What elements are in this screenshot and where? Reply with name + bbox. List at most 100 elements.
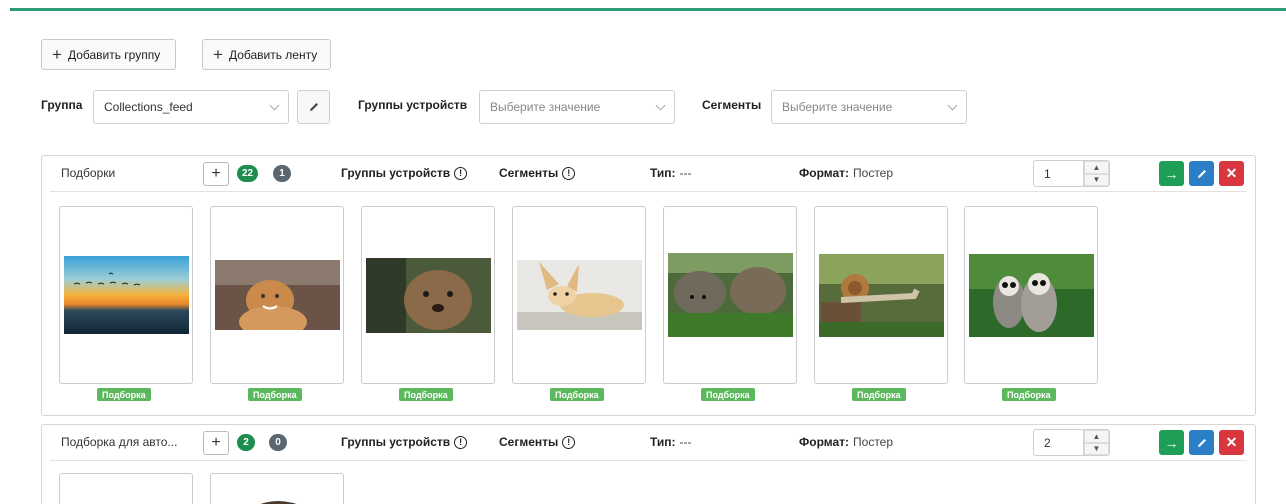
collection-tag: Подборка bbox=[1002, 388, 1056, 401]
segments-label: Сегменты bbox=[702, 98, 762, 112]
count-badge-gray: 0 bbox=[269, 434, 287, 451]
segments-select[interactable]: Выберите значение bbox=[771, 90, 967, 124]
type-value: --- bbox=[679, 435, 692, 449]
top-accent-bar bbox=[10, 8, 1286, 11]
hedgehogs-image bbox=[668, 253, 793, 337]
device-groups-header-label: Группы устройств bbox=[341, 166, 451, 180]
edit-feed-button[interactable] bbox=[1189, 161, 1214, 186]
chevron-down-icon bbox=[947, 100, 958, 110]
collection-card[interactable] bbox=[814, 206, 948, 384]
collection-card[interactable] bbox=[964, 206, 1098, 384]
close-icon: ✕ bbox=[1225, 434, 1238, 450]
add-group-button[interactable]: + Добавить группу bbox=[41, 39, 176, 70]
segments-header-label: Сегменты bbox=[499, 166, 559, 180]
delete-feed-button[interactable]: ✕ bbox=[1219, 430, 1244, 455]
lemurs-image bbox=[969, 254, 1094, 337]
pencil-icon bbox=[1197, 169, 1206, 178]
collection-tag: Подборка bbox=[97, 388, 151, 401]
plus-icon: + bbox=[211, 165, 221, 182]
chevron-down-icon bbox=[269, 100, 280, 110]
format-label: Формат: bbox=[799, 166, 850, 180]
group-select[interactable]: Collections_feed bbox=[93, 90, 289, 124]
count-badge-green: 2 bbox=[237, 434, 255, 451]
device-groups-header-label: Группы устройств bbox=[341, 435, 451, 449]
segments-header-label: Сегменты bbox=[499, 435, 559, 449]
add-group-label: Добавить группу bbox=[67, 47, 161, 62]
order-value: 1 bbox=[1044, 166, 1051, 181]
add-item-button[interactable]: + bbox=[203, 162, 229, 186]
add-feed-label: Добавить ленту bbox=[228, 47, 318, 62]
collection-card[interactable] bbox=[59, 473, 193, 504]
feed-header: Подборки + 22 1 Группы устройств ! Сегме… bbox=[50, 156, 1247, 192]
type-label: Тип: bbox=[650, 435, 676, 449]
add-feed-button[interactable]: + Добавить ленту bbox=[202, 39, 331, 70]
order-value: 2 bbox=[1044, 435, 1051, 450]
chevron-up-icon[interactable]: ▲ bbox=[1084, 430, 1109, 443]
card-image bbox=[260, 501, 297, 504]
device-groups-header: Группы устройств ! bbox=[341, 435, 468, 449]
format-value: Постер bbox=[853, 435, 894, 449]
delete-feed-button[interactable]: ✕ bbox=[1219, 161, 1244, 186]
close-icon: ✕ bbox=[1225, 165, 1238, 181]
plus-icon: + bbox=[213, 45, 223, 64]
chevron-down-icon[interactable]: ▼ bbox=[1084, 173, 1109, 186]
feed-title: Подборки bbox=[61, 166, 116, 180]
arrow-right-icon: → bbox=[1164, 165, 1179, 182]
info-icon[interactable]: ! bbox=[454, 435, 468, 449]
fennec-fox-image bbox=[517, 260, 642, 330]
format-value: Постер bbox=[853, 166, 894, 180]
format-label: Формат: bbox=[799, 435, 850, 449]
edit-group-button[interactable] bbox=[297, 90, 330, 124]
collection-card[interactable] bbox=[210, 206, 344, 384]
collection-card[interactable] bbox=[210, 473, 344, 504]
chevron-down-icon[interactable]: ▼ bbox=[1084, 442, 1109, 455]
type-value: --- bbox=[679, 166, 692, 180]
collection-tag: Подборка bbox=[701, 388, 755, 401]
pencil-icon bbox=[309, 103, 318, 111]
chevron-up-icon[interactable]: ▲ bbox=[1084, 161, 1109, 174]
type-field: Тип: --- bbox=[650, 166, 692, 180]
device-groups-label: Группы устройств bbox=[358, 98, 468, 112]
snail-image bbox=[819, 254, 944, 337]
plus-icon: + bbox=[52, 45, 62, 64]
type-label: Тип: bbox=[650, 166, 676, 180]
collection-tag: Подборка bbox=[550, 388, 604, 401]
info-icon[interactable]: ! bbox=[562, 166, 576, 180]
collection-tag: Подборка bbox=[248, 388, 302, 401]
collection-card[interactable] bbox=[663, 206, 797, 384]
type-field: Тип: --- bbox=[650, 435, 692, 449]
arrow-right-icon: → bbox=[1164, 434, 1179, 451]
order-stepper[interactable]: 2 ▲ ▼ bbox=[1033, 429, 1110, 456]
device-groups-header: Группы устройств ! bbox=[341, 166, 468, 180]
device-groups-placeholder: Выберите значение bbox=[490, 100, 601, 114]
cat-image bbox=[215, 260, 340, 330]
segments-header: Сегменты ! bbox=[499, 435, 576, 449]
go-button[interactable]: → bbox=[1159, 430, 1184, 455]
format-field: Формат: Постер bbox=[799, 435, 893, 449]
format-field: Формат: Постер bbox=[799, 166, 893, 180]
collection-tag: Подборка bbox=[852, 388, 906, 401]
feed-title: Подборка для авто... bbox=[61, 435, 178, 449]
group-select-value: Collections_feed bbox=[104, 100, 193, 114]
device-groups-select[interactable]: Выберите значение bbox=[479, 90, 675, 124]
collection-card[interactable] bbox=[512, 206, 646, 384]
feed-header: Подборка для авто... + 2 0 Группы устрой… bbox=[50, 425, 1247, 461]
info-icon[interactable]: ! bbox=[454, 166, 468, 180]
edit-feed-button[interactable] bbox=[1189, 430, 1214, 455]
group-label: Группа bbox=[41, 98, 83, 112]
add-item-button[interactable]: + bbox=[203, 431, 229, 455]
collection-tag: Подборка bbox=[399, 388, 453, 401]
collection-card[interactable] bbox=[59, 206, 193, 384]
pencil-icon bbox=[1197, 438, 1206, 447]
segments-placeholder: Выберите значение bbox=[782, 100, 893, 114]
count-badge-gray: 1 bbox=[273, 165, 291, 182]
sunset-birds-image bbox=[64, 256, 189, 334]
quokka-image bbox=[366, 258, 491, 333]
info-icon[interactable]: ! bbox=[562, 435, 576, 449]
go-button[interactable]: → bbox=[1159, 161, 1184, 186]
collection-card[interactable] bbox=[361, 206, 495, 384]
count-badge-green: 22 bbox=[237, 165, 259, 182]
order-stepper[interactable]: 1 ▲ ▼ bbox=[1033, 160, 1110, 187]
segments-header: Сегменты ! bbox=[499, 166, 576, 180]
chevron-down-icon bbox=[655, 100, 666, 110]
